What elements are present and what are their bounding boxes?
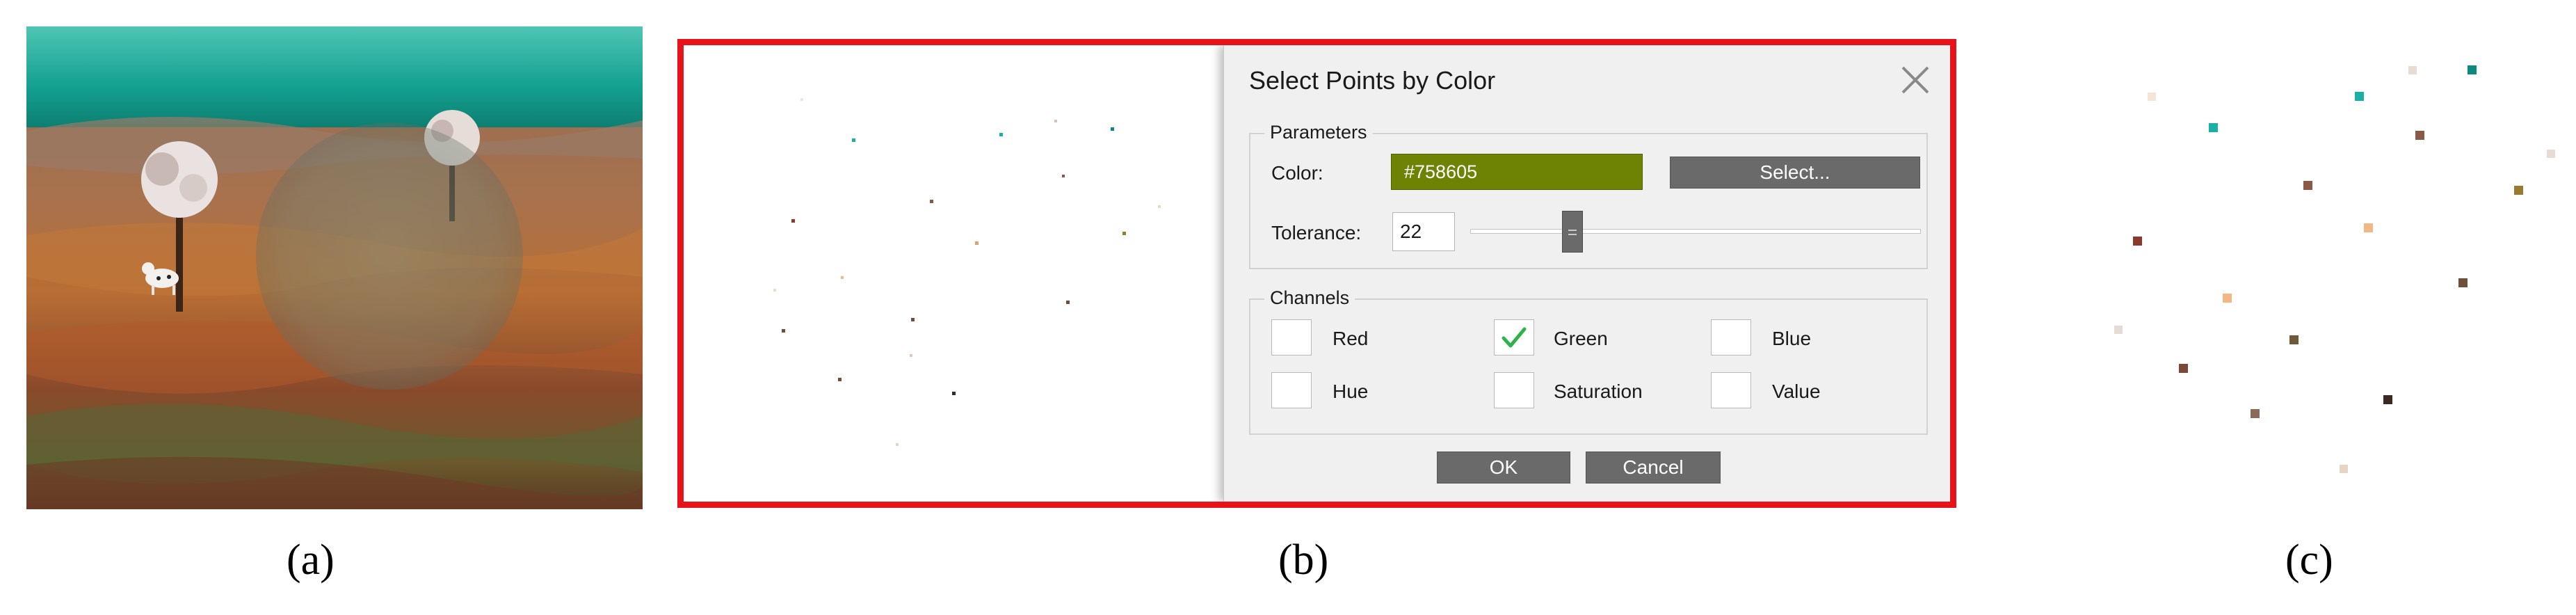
grip-line [1568,230,1577,231]
tolerance-input[interactable]: 22 [1392,212,1455,251]
point [952,392,956,395]
point [2340,465,2348,473]
point [1111,127,1114,131]
point [773,289,776,291]
select-points-by-color-dialog: Select Points by Color Parameters Color:… [1223,45,1950,502]
tolerance-label: Tolerance: [1271,222,1362,243]
hue-checkbox[interactable] [1271,372,1312,408]
selection-screenshot: Select Points by Color Parameters Color:… [677,39,1956,508]
point [1066,301,1070,304]
point [1062,175,1065,177]
point [2383,395,2392,404]
point [800,98,803,101]
point [841,276,844,279]
caption-a: (a) [287,536,335,584]
checkmark-icon [1502,327,1527,348]
point [896,443,899,446]
point [2133,237,2142,246]
caption-b: (b) [1278,536,1329,584]
point [2223,294,2232,303]
cancel-button[interactable]: Cancel [1586,452,1721,484]
point [791,219,795,223]
red-checkbox[interactable] [1271,319,1312,356]
point [1054,120,1057,122]
hue-checkbox-label: Hue [1333,381,1369,402]
color-label: Color: [1271,162,1323,184]
color-value-field[interactable]: #758605 [1391,154,1643,190]
saturation-checkbox[interactable] [1494,372,1534,408]
point [2148,93,2156,101]
channels-group: Channels Red Green Blue Hue Saturation V… [1249,287,1928,435]
saturation-checkbox-label: Saturation [1554,381,1643,402]
point [2547,150,2555,158]
point [2514,186,2523,195]
select-color-button[interactable]: Select... [1670,157,1920,189]
dialog-title: Select Points by Color [1249,66,1496,95]
tolerance-slider-track[interactable] [1470,229,1921,234]
point [930,200,933,203]
point [2408,66,2417,74]
point [2415,131,2424,140]
close-icon[interactable] [1896,61,1935,99]
point [910,354,912,357]
red-checkbox-label: Red [1333,328,1369,349]
green-checkbox[interactable] [1494,319,1534,356]
point [999,133,1003,136]
point [2209,123,2218,132]
painting-image [26,26,643,509]
blue-checkbox[interactable] [1711,319,1751,356]
ok-button[interactable]: OK [1437,452,1570,484]
blue-checkbox-label: Blue [1772,328,1812,349]
point [2251,409,2260,418]
point [2289,335,2299,344]
green-checkbox-label: Green [1554,328,1608,349]
value-checkbox-label: Value [1772,381,1821,402]
point [838,378,842,381]
value-checkbox[interactable] [1711,372,1751,408]
selected-points-view [2114,65,2555,473]
point [2303,181,2312,190]
point [2364,223,2373,232]
tolerance-slider-thumb[interactable] [1562,211,1583,253]
parameters-group: Parameters Color: #758605 Select... Tole… [1249,122,1928,269]
caption-c: (c) [2285,536,2333,584]
point [2468,65,2477,74]
point [911,318,915,321]
point [2179,364,2188,373]
parameters-group-label: Parameters [1264,122,1373,143]
point [2458,278,2468,287]
point [852,138,855,142]
point [1158,205,1161,208]
point [975,241,979,245]
channels-group-label: Channels [1264,287,1355,309]
point [2114,326,2123,334]
point [782,329,785,333]
point [1122,232,1126,235]
grip-line [1568,234,1577,235]
point [2355,92,2364,101]
